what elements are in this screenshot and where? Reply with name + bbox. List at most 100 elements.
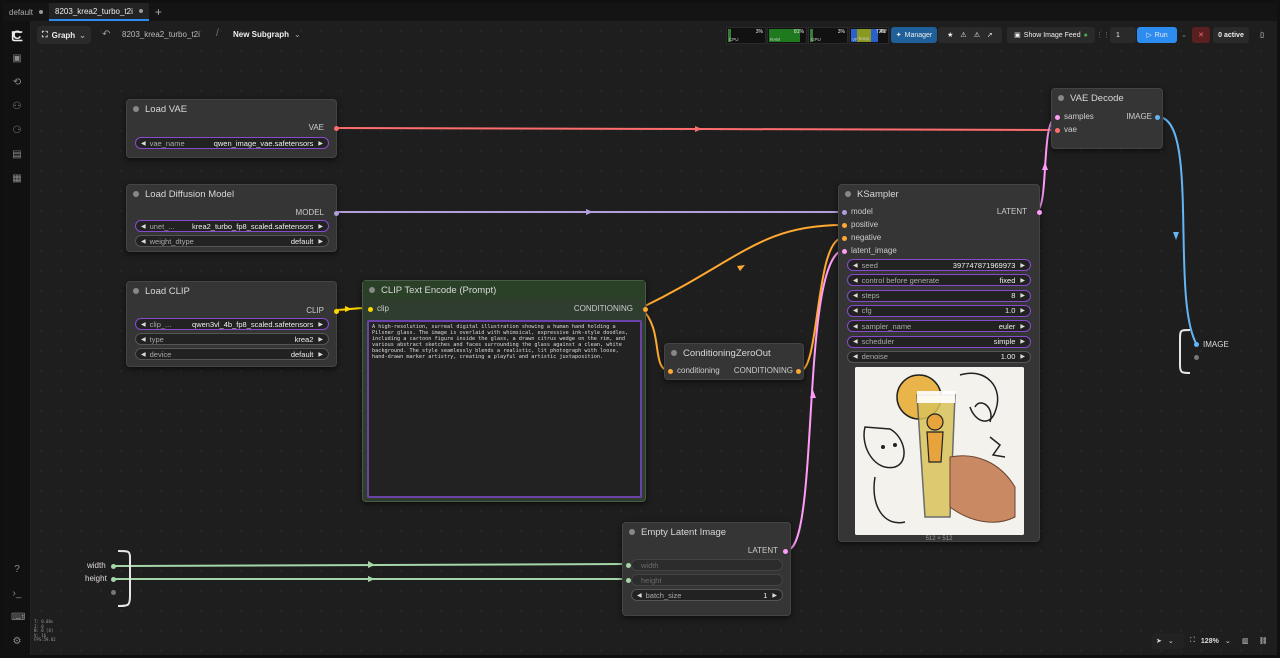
ksampler-widget-scheduler[interactable]: ◀ scheduler simple ▶ — [847, 335, 1031, 348]
stat-temp: 45° Temp — [855, 27, 887, 44]
arrow-right-icon[interactable]: ▶ — [1020, 292, 1025, 299]
select-mode-button[interactable]: ➤ ⌄ — [1152, 633, 1184, 649]
panel-toggle-icon[interactable]: ▯ — [1255, 27, 1269, 43]
output-vae-slot[interactable] — [334, 126, 339, 131]
arrow-left-icon[interactable]: ◀ — [141, 238, 146, 245]
arrow-right-icon[interactable]: ▶ — [1020, 353, 1025, 360]
subgraph-input-height-slot[interactable] — [111, 577, 116, 582]
stat-value: 3% — [837, 29, 845, 35]
input-positive-slot[interactable] — [842, 223, 847, 228]
arrow-left-icon[interactable]: ◀ — [637, 592, 642, 599]
share-icon[interactable]: ➚ — [987, 31, 993, 39]
subgraph-input-empty-slot[interactable] — [111, 590, 116, 595]
arrow-left-icon[interactable]: ◀ — [141, 336, 146, 343]
arrow-left-icon[interactable]: ◀ — [853, 307, 858, 314]
unet-name-widget[interactable]: ◀ unet_... krea2_turbo_fp8_scaled.safete… — [135, 220, 329, 232]
minimap-icon[interactable]: ▥ — [1242, 637, 1249, 645]
clip-type-widget[interactable]: ◀ type krea2 ▶ — [135, 333, 329, 345]
node-clip-text-encode[interactable]: CLIP Text Encode (Prompt) clip CONDITION… — [362, 280, 648, 502]
arrow-right-icon[interactable]: ▶ — [1020, 262, 1025, 269]
arrow-right-icon[interactable]: ▶ — [318, 223, 323, 230]
output-image-slot[interactable] — [1155, 115, 1160, 120]
queue-active-button[interactable]: 0 active — [1213, 27, 1249, 43]
zoom-control[interactable]: ⛶ 128% ⌄ — [1186, 633, 1236, 649]
ksampler-widget-cfg[interactable]: ◀ cfg 1.0 ▶ — [847, 304, 1031, 317]
drag-handle-icon[interactable]: ⋮⋮ — [1096, 27, 1110, 43]
show-image-feed-button[interactable]: ▣ Show Image Feed ● — [1007, 27, 1095, 43]
prompt-textarea[interactable]: A high-resolution, surreal digital illus… — [367, 320, 642, 498]
arrow-left-icon[interactable]: ◀ — [853, 262, 858, 269]
cancel-button[interactable]: ✕ — [1192, 27, 1210, 43]
arrow-right-icon[interactable]: ▶ — [1020, 307, 1025, 314]
arrow-right-icon[interactable]: ▶ — [772, 592, 777, 599]
clip-name-widget[interactable]: ◀ clip_... qwen3vl_4b_fp8_scaled.safeten… — [135, 318, 329, 330]
arrow-left-icon[interactable]: ◀ — [141, 351, 146, 358]
link-arrow — [368, 576, 375, 582]
batch-count-input[interactable]: 1 — [1110, 27, 1136, 43]
ksampler-widget-steps[interactable]: ◀ steps 8 ▶ — [847, 289, 1031, 302]
comfy-menu-icon[interactable]: ㄈ — [9, 27, 25, 44]
input-latent-slot[interactable] — [842, 249, 847, 254]
node-load-diffusion-model[interactable]: Load Diffusion Model MODEL ◀ unet_... kr… — [126, 184, 339, 252]
breadcrumb-workflow[interactable]: 8203_krea2_turbo_t2i — [122, 30, 200, 39]
node-empty-latent-image[interactable]: Empty Latent Image LATENT width height ◀… — [622, 522, 791, 616]
ksampler-widget-denoise[interactable]: ◀ denoise 1.00 ▶ — [847, 350, 1031, 363]
subgraph-output-image-slot[interactable] — [1194, 342, 1199, 347]
arrow-right-icon[interactable]: ▶ — [318, 238, 323, 245]
fit-view-icon[interactable]: ⛶ — [1190, 637, 1195, 645]
arrow-right-icon[interactable]: ▶ — [318, 336, 323, 343]
node-load-clip[interactable]: Load CLIP CLIP ◀ clip_... qwen3vl_4b_fp8… — [126, 281, 339, 367]
chevron-down-icon[interactable]: ⌄ — [294, 30, 301, 39]
undo-icon[interactable]: ↶ — [102, 29, 110, 40]
arrow-left-icon[interactable]: ◀ — [853, 292, 858, 299]
manager-button[interactable]: ✦ Manager — [891, 27, 937, 43]
subgraph-output-empty-slot[interactable] — [1194, 355, 1199, 360]
arrow-left-icon[interactable]: ◀ — [853, 277, 858, 284]
ksampler-widget-seed[interactable]: ◀ seed 397747871969973 ▶ — [847, 259, 1031, 271]
arrow-right-icon[interactable]: ▶ — [1020, 338, 1025, 345]
output-model-slot[interactable] — [334, 211, 339, 216]
warning-icon[interactable]: ⚠ — [960, 31, 966, 39]
vae-name-widget[interactable]: ◀ vae_name qwen_image_vae.safetensors ▶ — [135, 137, 329, 149]
subgraph-input-width-slot[interactable] — [111, 564, 116, 569]
arrow-right-icon[interactable]: ▶ — [318, 351, 323, 358]
output-latent-slot[interactable] — [783, 549, 788, 554]
arrow-left-icon[interactable]: ◀ — [853, 338, 858, 345]
run-button[interactable]: ▷ Run — [1137, 27, 1177, 43]
output-conditioning-slot[interactable] — [796, 369, 801, 374]
output-clip-slot[interactable] — [334, 309, 339, 314]
arrow-right-icon[interactable]: ▶ — [1020, 277, 1025, 284]
arrow-right-icon[interactable]: ▶ — [318, 321, 323, 328]
warning-icon[interactable]: ⚠ — [974, 31, 980, 39]
link-visibility-icon[interactable]: ⛓ — [1259, 637, 1268, 645]
arrow-left-icon[interactable]: ◀ — [853, 353, 858, 360]
clip-device-widget[interactable]: ◀ device default ▶ — [135, 348, 329, 360]
arrow-left-icon[interactable]: ◀ — [141, 140, 146, 147]
ksampler-widget-control-before-generate[interactable]: ◀ control before generate fixed ▶ — [847, 274, 1031, 287]
batch-size-widget[interactable]: ◀ batch_size 1 ▶ — [631, 589, 783, 601]
input-conditioning-slot[interactable] — [668, 369, 673, 374]
input-vae-slot[interactable] — [1055, 128, 1060, 133]
stat-value: 45° — [879, 29, 887, 35]
arrow-left-icon[interactable]: ◀ — [853, 323, 858, 330]
arrow-left-icon[interactable]: ◀ — [141, 321, 146, 328]
output-latent-slot[interactable] — [1037, 210, 1042, 215]
node-conditioning-zero-out[interactable]: ConditioningZeroOut conditioning CONDITI… — [664, 343, 804, 380]
input-model-slot[interactable] — [842, 210, 847, 215]
arrow-right-icon[interactable]: ▶ — [318, 140, 323, 147]
weight-dtype-widget[interactable]: ◀ weight_dtype default ▶ — [135, 235, 329, 247]
arrow-right-icon[interactable]: ▶ — [1020, 323, 1025, 330]
graph-mode-button[interactable]: ⛶ Graph ⌄ — [37, 26, 91, 44]
node-vae-decode[interactable]: VAE Decode samples vae IMAGE — [1051, 88, 1163, 149]
star-icon[interactable]: ★ — [947, 31, 953, 39]
input-samples-slot[interactable] — [1055, 115, 1060, 120]
breadcrumb-subgraph[interactable]: New Subgraph — [233, 30, 289, 39]
input-clip-slot[interactable] — [368, 307, 373, 312]
output-conditioning-slot[interactable] — [643, 307, 648, 312]
input-negative-slot[interactable] — [842, 236, 847, 241]
ksampler-widget-sampler-name[interactable]: ◀ sampler_name euler ▶ — [847, 320, 1031, 333]
run-options-chevron-icon[interactable]: ⌄ — [1179, 27, 1189, 43]
node-load-vae[interactable]: Load VAE VAE ◀ vae_name qwen_image_vae.s… — [126, 99, 339, 158]
node-ksampler[interactable]: KSampler model positive negative latent_… — [838, 184, 1042, 542]
arrow-left-icon[interactable]: ◀ — [141, 223, 146, 230]
